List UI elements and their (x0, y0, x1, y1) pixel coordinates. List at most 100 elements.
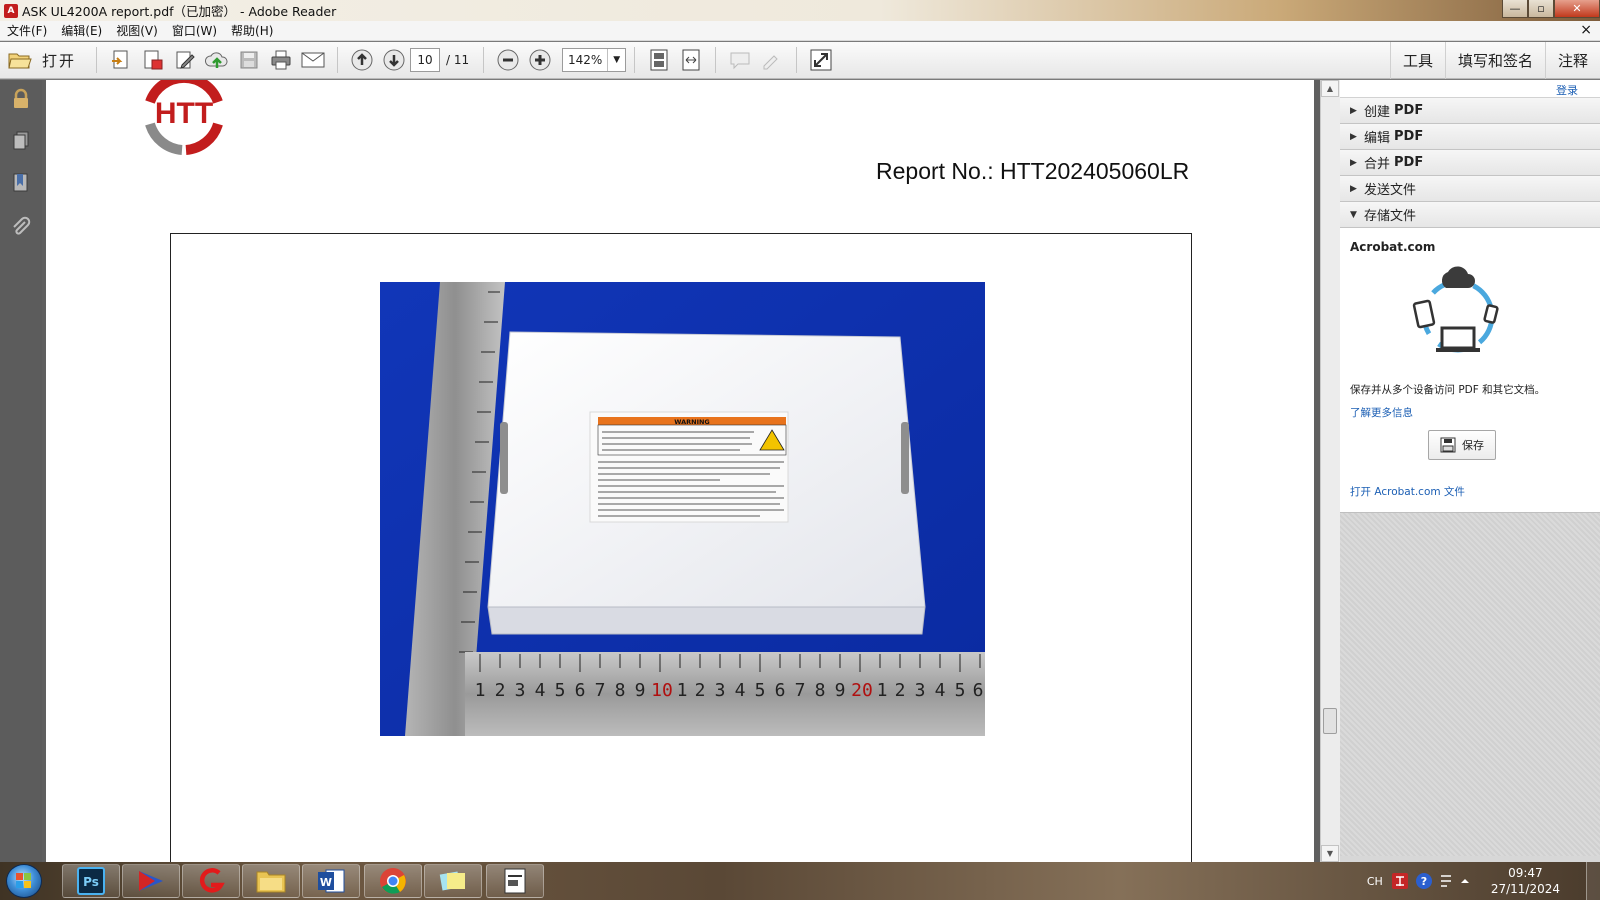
scroll-up-arrow[interactable]: ▲ (1321, 80, 1339, 97)
expand-icon (810, 49, 832, 71)
pdf-app-icon: A (4, 3, 18, 18)
zoom-select[interactable]: 142% ▼ (562, 48, 627, 72)
lock-icon[interactable] (10, 88, 32, 110)
section-combine-pdf[interactable]: ▶ 合并 PDF (1340, 150, 1600, 176)
show-desktop-button[interactable] (1586, 862, 1600, 900)
triangle-right-icon: ▶ (1350, 131, 1357, 142)
fit-width-button[interactable] (676, 45, 706, 75)
fullscreen-button[interactable] (806, 45, 836, 75)
chevron-down-icon[interactable]: ▼ (607, 49, 625, 71)
tab-comment[interactable]: 注释 (1544, 42, 1600, 79)
zoom-in-button[interactable] (525, 45, 555, 75)
ruler-mark: 5 (955, 680, 966, 701)
next-page-button[interactable] (379, 45, 409, 75)
toolbar-divider (715, 47, 717, 73)
task-pane-tabs: 工具 填写和签名 注释 (1389, 42, 1600, 79)
bookmark-icon[interactable] (10, 172, 32, 194)
store-save-button[interactable]: 保存 (1428, 430, 1496, 460)
taskbar-app-2[interactable] (122, 864, 180, 898)
clock[interactable]: 09:47 27/11/2024 (1491, 865, 1560, 897)
app-icon (139, 871, 163, 891)
envelope-icon (301, 52, 325, 68)
ruler-mark: 2 (695, 680, 706, 701)
upload-button[interactable] (202, 45, 232, 75)
learn-more-link[interactable]: 了解更多信息 (1350, 405, 1413, 420)
start-button[interactable] (6, 864, 42, 898)
close-button[interactable]: ✕ (1554, 0, 1600, 18)
photoshop-icon: Ps (77, 867, 105, 895)
menu-edit[interactable]: 编辑(E) (54, 22, 109, 39)
login-link[interactable]: 登录 (1556, 82, 1578, 98)
vertical-scrollbar[interactable]: ▲ ▼ (1320, 80, 1340, 862)
menu-view[interactable]: 视图(V) (109, 22, 165, 39)
ruler-mark: 4 (935, 680, 946, 701)
menu-window[interactable]: 窗口(W) (165, 22, 224, 39)
pages-icon[interactable] (10, 130, 32, 152)
taskbar-file-explorer[interactable] (242, 864, 300, 898)
menu-help[interactable]: 帮助(H) (224, 22, 280, 39)
toolbar-divider (96, 47, 98, 73)
document-close-button[interactable]: × (1580, 22, 1592, 38)
highlighter-icon (763, 55, 778, 70)
section-label-bold: PDF (1394, 129, 1424, 144)
taskbar-photoshop[interactable]: Ps (62, 864, 120, 898)
page-number-input[interactable]: 10 (410, 48, 441, 72)
ruler-mark: 2 (495, 680, 506, 701)
taskbar-app-3[interactable] (182, 864, 240, 898)
previous-page-button[interactable] (347, 45, 377, 75)
scroll-down-arrow[interactable]: ▼ (1321, 845, 1339, 862)
minus-circle-icon (497, 49, 519, 71)
task-pane-background (1340, 513, 1600, 856)
input-method-icon[interactable] (1391, 872, 1409, 890)
section-create-pdf[interactable]: ▶ 创建 PDF (1340, 98, 1600, 124)
taskbar-chrome[interactable] (364, 864, 422, 898)
product-photo: 1 2 3 4 5 6 7 8 9 10 1 2 3 4 5 6 7 8 9 2… (380, 282, 985, 736)
window-controls: — ▫ ✕ (1502, 0, 1600, 19)
fit-page-button[interactable] (644, 45, 674, 75)
tab-fill-sign[interactable]: 填写和签名 (1444, 42, 1545, 79)
ruler-mark: 3 (715, 680, 726, 701)
email-button[interactable] (298, 45, 328, 75)
taskbar-word[interactable]: W (302, 864, 360, 898)
edit-pdf-button[interactable] (170, 45, 200, 75)
main-toolbar: 打开 10 / 11 142% ▼ 工具 填写和签名 注释 (0, 42, 1600, 79)
save-button[interactable] (234, 45, 264, 75)
taskbar-app-8[interactable] (486, 864, 544, 898)
ruler-mark: 3 (915, 680, 926, 701)
minimize-button[interactable]: — (1502, 0, 1528, 18)
document-window-icon (504, 868, 526, 894)
attachment-icon[interactable] (10, 216, 32, 238)
ruler-mark: 8 (615, 680, 626, 701)
scrollbar-thumb[interactable] (1323, 708, 1337, 734)
svg-text:?: ? (1421, 875, 1427, 888)
system-tray: CH ? 09:47 27/11/2024 (1367, 862, 1560, 900)
ruler-mark: 5 (755, 680, 766, 701)
add-comment-button[interactable] (725, 45, 755, 75)
open-button[interactable]: 打开 (8, 50, 76, 71)
svg-text:Ps: Ps (83, 875, 99, 889)
document-view[interactable]: HTT Report No.: HTT202405060LR 1 2 3 4 5… (42, 80, 1340, 862)
chevron-up-icon[interactable] (1459, 875, 1471, 887)
open-acrobat-files-link[interactable]: 打开 Acrobat.com 文件 (1350, 484, 1465, 499)
store-files-content: Acrobat.com 保存并从多个设备访问 PDF 和其它文档。 了解更多信息… (1340, 228, 1600, 513)
tray-settings-icon[interactable] (1439, 872, 1453, 890)
section-send-files[interactable]: ▶ 发送文件 (1340, 176, 1600, 202)
maximize-button[interactable]: ▫ (1528, 0, 1554, 18)
print-button[interactable] (266, 45, 296, 75)
highlight-button[interactable] (757, 45, 787, 75)
ruler-mark: 6 (575, 680, 586, 701)
language-indicator[interactable]: CH (1367, 875, 1383, 888)
menu-file[interactable]: 文件(F) (0, 22, 54, 39)
taskbar-app-7[interactable] (424, 864, 482, 898)
export-pdf-button[interactable] (138, 45, 168, 75)
sticky-notes-icon (439, 871, 465, 891)
ruler-mark: 1 (877, 680, 888, 701)
ruler-mark: 4 (535, 680, 546, 701)
zoom-out-button[interactable] (493, 45, 523, 75)
create-pdf-button[interactable] (106, 45, 136, 75)
section-store-files[interactable]: ▼ 存储文件 (1340, 202, 1600, 228)
section-edit-pdf[interactable]: ▶ 编辑 PDF (1340, 124, 1600, 150)
edit-icon (176, 51, 195, 69)
help-icon[interactable]: ? (1415, 872, 1433, 890)
tab-tools[interactable]: 工具 (1389, 42, 1445, 79)
